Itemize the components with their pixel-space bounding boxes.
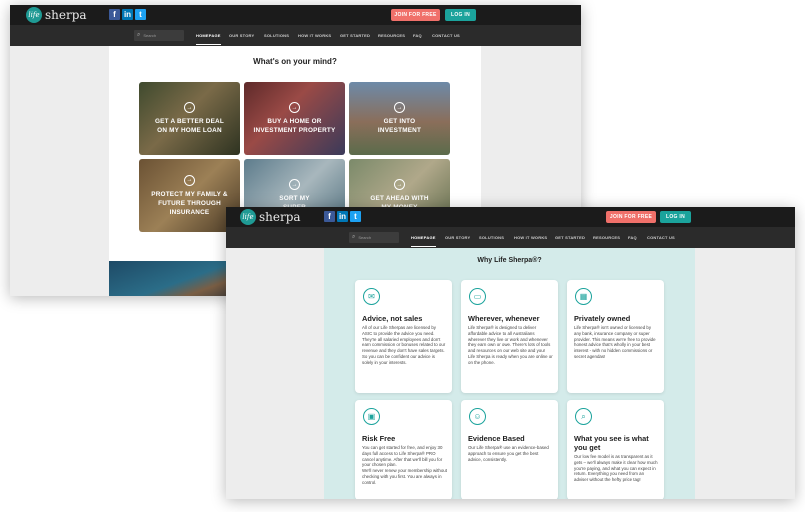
search-icon: ⌕ xyxy=(137,32,141,38)
card-title: Risk Free xyxy=(362,434,396,443)
search-placeholder: Search xyxy=(358,235,372,240)
card-wherever: ▭ Wherever, whenever Life Sherpa® is des… xyxy=(461,280,558,393)
nav-item-how-it-works[interactable]: HOW IT WORKS xyxy=(298,33,331,38)
card-body: All of our Life Sherpas are licensed by … xyxy=(362,325,446,365)
search-input[interactable]: ⌕ Search xyxy=(134,30,184,41)
join-button[interactable]: JOIN FOR FREE xyxy=(391,9,440,21)
arrow-right-icon: → xyxy=(184,174,195,186)
top-bar: life sherpa f in t JOIN FOR FREE LOG IN xyxy=(10,5,581,25)
card-title: What you see is what you get xyxy=(574,434,649,452)
logo[interactable]: life sherpa xyxy=(26,7,87,23)
tile-label: GET INTO INVESTMENT xyxy=(377,118,422,134)
twitter-icon[interactable]: t xyxy=(135,9,146,20)
nav-item-our-story[interactable]: OUR STORY xyxy=(229,33,254,38)
card-body: Our low fee model is as transparent as i… xyxy=(574,454,658,483)
card-advice: ✉ Advice, not sales All of our Life Sher… xyxy=(355,280,452,393)
nav-item-get-started[interactable]: GET STARTED xyxy=(340,33,370,38)
nav-item-contact-us[interactable]: CONTACT US xyxy=(647,235,675,240)
arrow-right-icon: → xyxy=(184,102,195,113)
tile-label: GET A BETTER DEAL ON MY HOME LOAN xyxy=(155,118,224,134)
section-heading: Why Life Sherpa®? xyxy=(477,257,542,264)
logo[interactable]: life sherpa xyxy=(240,209,301,225)
tile-label: BUY A HOME OR INVESTMENT PROPERTY xyxy=(253,118,336,134)
nav-bar: ⌕ Search HOMEPAGE OUR STORY SOLUTIONS HO… xyxy=(226,227,795,248)
nav-bar: ⌕ Search HOMEPAGE OUR STORY SOLUTIONS HO… xyxy=(10,25,581,46)
nav-item-contact-us[interactable]: CONTACT US xyxy=(432,33,460,38)
linkedin-icon[interactable]: in xyxy=(122,9,133,20)
facebook-icon[interactable]: f xyxy=(324,211,335,222)
card-title: Advice, not sales xyxy=(362,314,423,323)
card-body: You can get started for free, and enjoy … xyxy=(362,445,447,485)
nav-item-how-it-works[interactable]: HOW IT WORKS xyxy=(514,235,547,240)
linkedin-icon[interactable]: in xyxy=(337,211,348,222)
nav-item-solutions[interactable]: SOLUTIONS xyxy=(264,33,289,38)
search-placeholder: Search xyxy=(143,33,157,38)
nav-item-get-started[interactable]: GET STARTED xyxy=(555,235,585,240)
why-panel: Why Life Sherpa®? ✉ Advice, not sales Al… xyxy=(324,248,695,499)
arrow-right-icon: → xyxy=(289,102,300,113)
nav-item-faq[interactable]: FAQ xyxy=(413,33,422,38)
tile-buy-home[interactable]: → BUY A HOME OR INVESTMENT PROPERTY xyxy=(244,82,345,155)
nav-item-faq[interactable]: FAQ xyxy=(628,235,637,240)
logo-mark: life xyxy=(26,7,42,23)
card-title: Privately owned xyxy=(574,314,631,323)
nav-item-resources[interactable]: RESOURCES xyxy=(378,33,405,38)
nav-item-resources[interactable]: RESOURCES xyxy=(593,235,620,240)
card-title: Evidence Based xyxy=(468,434,525,443)
twitter-icon[interactable]: t xyxy=(350,211,361,222)
top-bar: life sherpa f in t JOIN FOR FREE LOG IN xyxy=(226,207,795,227)
card-private: ▦ Privately owned Life Sherpa® isn't own… xyxy=(567,280,664,393)
magnifier-icon: ⌕ xyxy=(575,408,592,425)
card-body: Life Sherpa® is designed to deliver affo… xyxy=(468,325,553,365)
chart-icon: ▦ xyxy=(575,288,592,305)
logo-mark: life xyxy=(240,209,256,225)
nav-item-homepage[interactable]: HOMEPAGE xyxy=(196,33,221,45)
card-body: Our Life Sherpa® use an evidence-based a… xyxy=(468,445,549,462)
nav-item-our-story[interactable]: OUR STORY xyxy=(445,235,470,240)
chat-icon: ✉ xyxy=(363,288,380,305)
search-icon: ⌕ xyxy=(352,234,356,240)
card-risk-free: ▣ Risk Free You can get started for free… xyxy=(355,400,452,499)
nav-item-solutions[interactable]: SOLUTIONS xyxy=(479,235,504,240)
tile-investment[interactable]: → GET INTO INVESTMENT xyxy=(349,82,450,155)
social-links: f in t xyxy=(324,211,361,222)
login-button[interactable]: LOG IN xyxy=(445,9,476,21)
card-evidence: ☺ Evidence Based Our Life Sherpa® use an… xyxy=(461,400,558,499)
arrow-right-icon: → xyxy=(394,179,405,190)
device-icon: ▭ xyxy=(469,288,486,305)
person-icon: ☺ xyxy=(469,408,486,425)
tile-home-loan[interactable]: → GET A BETTER DEAL ON MY HOME LOAN xyxy=(139,82,240,155)
search-input[interactable]: ⌕ Search xyxy=(349,232,399,243)
card-transparent: ⌕ What you see is what you get Our low f… xyxy=(567,400,664,499)
social-links: f in t xyxy=(109,9,146,20)
facebook-icon[interactable]: f xyxy=(109,9,120,20)
card-title: Wherever, whenever xyxy=(468,314,540,323)
page-heading: What's on your mind? xyxy=(253,57,337,66)
card-body: Life Sherpa® isn't owned or licensed by … xyxy=(574,325,656,359)
tile-label: PROTECT MY FAMILY & FUTURE THROUGH INSUR… xyxy=(151,190,228,216)
logo-text: sherpa xyxy=(45,8,87,22)
arrow-right-icon: → xyxy=(394,102,405,113)
arrow-right-icon: → xyxy=(289,179,300,190)
login-button[interactable]: LOG IN xyxy=(660,211,691,223)
gift-icon: ▣ xyxy=(363,408,380,425)
join-button[interactable]: JOIN FOR FREE xyxy=(606,211,656,223)
why-screenshot: life sherpa f in t JOIN FOR FREE LOG IN … xyxy=(226,207,795,499)
logo-text: sherpa xyxy=(259,210,301,224)
nav-item-homepage[interactable]: HOMEPAGE xyxy=(411,235,436,247)
hero-image xyxy=(109,261,244,296)
tile-insurance[interactable]: → PROTECT MY FAMILY & FUTURE THROUGH INS… xyxy=(139,159,240,232)
